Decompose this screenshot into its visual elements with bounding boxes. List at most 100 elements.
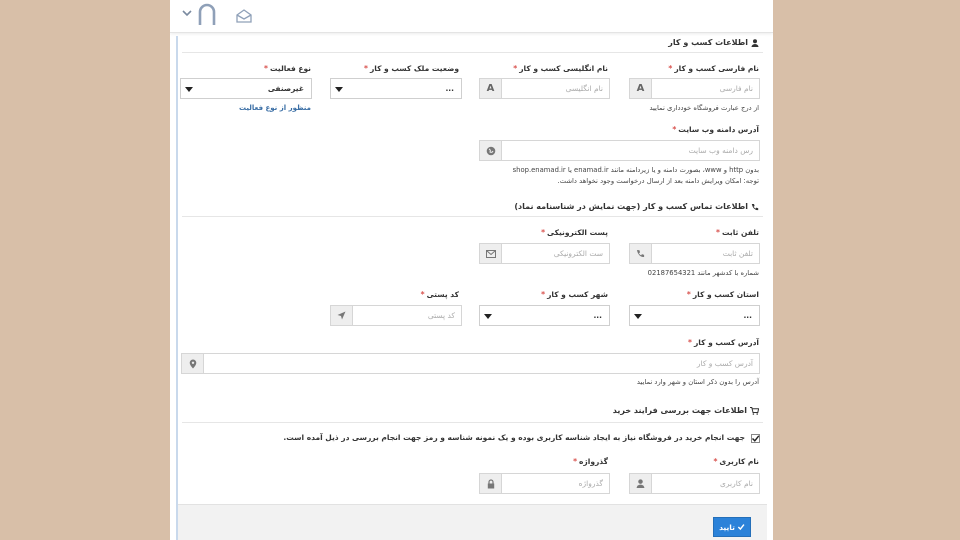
website-label: آدرس دامنه وب سایت* [672, 125, 759, 134]
postal-group: کد پستی [330, 305, 462, 326]
lock-icon [479, 473, 502, 494]
select-value: ... [593, 311, 602, 320]
review-checkbox-label: جهت انجام خرید در فروشگاه نیاز به ایجاد … [283, 433, 745, 442]
email-input[interactable]: ست الکترونیکی [502, 243, 610, 264]
check-icon [737, 524, 745, 531]
select-value: ... [445, 84, 454, 93]
check-icon [752, 435, 760, 442]
section-title-contact: اطلاعات تماس کسب و کار (جهت نمایش در شنا… [514, 202, 759, 211]
business-form: اطلاعات کسب و کار نام فارسی کسب و کار* ن… [176, 36, 767, 540]
name-en-input[interactable]: نام انگلیسی [502, 78, 610, 99]
website-group: رس دامنه وب سایت [479, 140, 760, 161]
required-mark: * [264, 64, 268, 73]
avatar-icon[interactable] [197, 3, 217, 27]
map-marker-icon [181, 353, 204, 374]
required-mark: * [686, 290, 691, 299]
font-icon: A [629, 78, 652, 99]
label-text: نام فارسی کسب و کار [674, 64, 759, 73]
section-title-text: اطلاعات جهت بررسی فرایند خرید [612, 406, 747, 415]
ownership-label: وضعیت ملک کسب و کار* [364, 64, 459, 73]
phone-icon [629, 243, 652, 264]
envelope-icon [479, 243, 502, 264]
required-mark: * [688, 338, 692, 347]
section-title-business: اطلاعات کسب و کار [668, 38, 759, 47]
name-en-label: نام انگلیسی کسب و کار* [513, 64, 608, 73]
review-checkbox[interactable] [751, 434, 760, 443]
section-title-text: اطلاعات کسب و کار [668, 38, 748, 47]
font-icon: A [479, 78, 502, 99]
submit-button[interactable]: تایید [713, 517, 751, 537]
phone-group: تلفن ثابت [629, 243, 760, 264]
address-help: آدرس را بدون ذکر استان و شهر وارد نمایید [636, 378, 759, 386]
activity-type-select[interactable]: غیرصنفی [180, 78, 312, 99]
chevron-down-icon[interactable] [182, 8, 192, 18]
name-fa-input[interactable]: نام فارسی [652, 78, 760, 99]
label-text: نوع فعالیت [269, 64, 311, 73]
label-text: کد پستی [426, 290, 459, 299]
activity-type-link[interactable]: منظور از نوع فعالیت [239, 104, 311, 112]
label-text: پست الکترونیکی [547, 228, 608, 237]
section-title-review: اطلاعات جهت بررسی فرایند خرید [612, 406, 760, 415]
page: اطلاعات کسب و کار نام فارسی کسب و کار* ن… [170, 0, 773, 540]
label-text: تلفن ثابت [721, 228, 759, 237]
label-text: آدرس دامنه وب سایت [678, 125, 759, 134]
phone-input[interactable]: تلفن ثابت [652, 243, 760, 264]
password-group: گذرواژه [479, 473, 610, 494]
location-arrow-icon [330, 305, 353, 326]
required-mark: * [672, 125, 677, 134]
submit-label: تایید [719, 522, 735, 532]
ownership-select[interactable]: ... [330, 78, 462, 99]
required-mark: * [713, 457, 718, 466]
username-input[interactable]: نام کاربری [652, 473, 760, 494]
label-text: استان کسب و کار [692, 290, 759, 299]
required-mark: * [541, 228, 546, 237]
caret-down-icon [634, 314, 642, 319]
form-footer [178, 504, 767, 540]
activity-type-label: نوع فعالیت* [264, 64, 311, 73]
divider [182, 216, 763, 217]
password-label: گذرواژه* [573, 457, 608, 466]
globe-icon [479, 140, 502, 161]
label-text: نام انگلیسی کسب و کار [519, 64, 608, 73]
top-bar [170, 0, 773, 33]
password-input[interactable]: گذرواژه [502, 473, 610, 494]
caret-down-icon [335, 87, 343, 92]
city-label: شهر کسب و کار* [541, 290, 608, 299]
required-mark: * [420, 290, 425, 299]
postal-input[interactable]: کد پستی [353, 305, 462, 326]
username-label: نام کاربری* [713, 457, 759, 466]
postal-label: کد پستی* [421, 290, 459, 299]
name-fa-help: از درج عبارت فروشگاه خودداری نمایید [649, 104, 759, 112]
divider [182, 422, 763, 423]
email-group: ست الکترونیکی [479, 243, 610, 264]
label-text: آدرس کسب و کار [693, 338, 759, 347]
select-value: ... [743, 311, 752, 320]
label-text: گذرواژه [579, 457, 608, 466]
phone-icon [751, 203, 759, 210]
email-label: پست الکترونیکی* [541, 228, 608, 237]
province-select[interactable]: ... [629, 305, 760, 326]
website-help-1: بدون http و www، بصورت دامنه و یا زیردام… [512, 166, 759, 174]
required-mark: * [541, 290, 546, 299]
required-mark: * [668, 64, 673, 73]
divider [182, 52, 763, 53]
label-text: نام کاربری [719, 457, 759, 466]
name-fa-group: A نام فارسی [629, 78, 760, 99]
website-input[interactable]: رس دامنه وب سایت [502, 140, 760, 161]
city-select[interactable]: ... [479, 305, 610, 326]
cart-icon [750, 406, 760, 415]
required-mark: * [364, 64, 368, 73]
address-label: آدرس کسب و کار* [688, 338, 759, 347]
mail-open-icon[interactable] [236, 9, 252, 23]
user-icon [751, 38, 759, 47]
user-icon [629, 473, 652, 494]
phone-help: شماره با کدشهر مانند 02187654321 [647, 269, 759, 277]
caret-down-icon [185, 87, 193, 92]
required-mark: * [573, 457, 577, 466]
required-mark: * [716, 228, 720, 237]
name-fa-label: نام فارسی کسب و کار* [668, 64, 759, 73]
address-input[interactable]: آدرس کسب و کار [204, 353, 760, 374]
section-title-text: اطلاعات تماس کسب و کار (جهت نمایش در شنا… [514, 202, 748, 211]
address-group: آدرس کسب و کار [181, 353, 760, 374]
phone-label: تلفن ثابت* [716, 228, 759, 237]
